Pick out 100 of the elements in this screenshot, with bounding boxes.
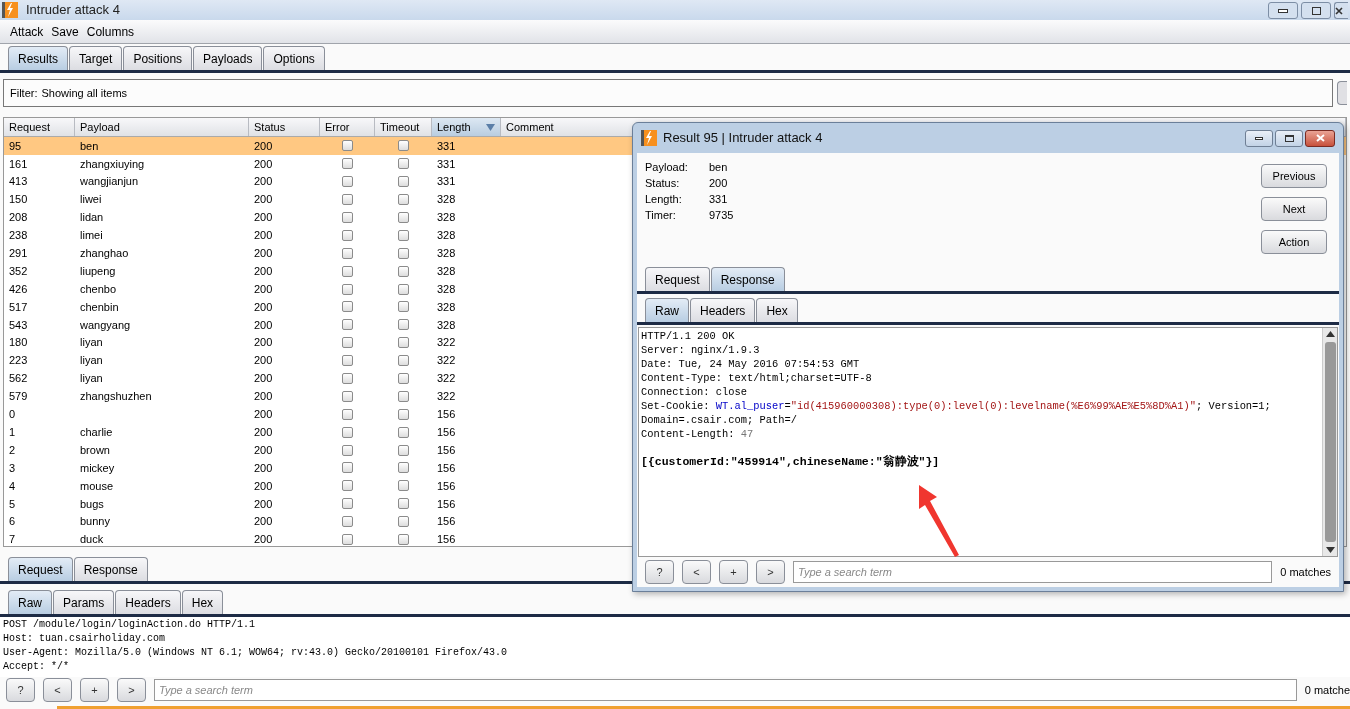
filter-value: Showing all items [41,85,128,101]
table-cell-text: 4 [8,478,17,494]
table-cell: 322 [437,390,456,403]
table-cell-text: 180 [8,335,29,351]
code-line: Server: nginx/1.9.3 [641,343,760,357]
table-cell: 200 [254,479,273,492]
field-label: Status: [645,176,681,191]
table-cell: 328 [437,318,456,331]
table-cell: liupeng [80,264,116,277]
table-cell: bugs [80,497,104,510]
table-cell-text: 2 [8,442,17,458]
table-cell: 200 [254,211,273,224]
field-value: ben [709,160,728,175]
table-cell: lidan [80,211,104,224]
table-cell: 331 [437,175,456,188]
window-title: Result 95 | Intruder attack 4 [663,129,823,148]
table-cell: 156 [437,515,456,528]
table-cell: liyan [80,336,103,349]
table-cell: 328 [437,247,456,260]
table-cell: 200 [254,139,273,152]
table-cell: 200 [254,425,273,438]
table-cell: 200 [254,515,273,528]
table-cell-text: 543 [8,317,29,333]
table-cell: duck [80,533,104,546]
code-line: Domain=.csair.com; Path=/ [641,413,797,427]
table-cell: zhangxiuying [80,157,145,170]
table-cell: mickey [80,461,115,474]
table-cell: limei [80,229,103,242]
table-cell: chenbo [80,282,117,295]
table-cell-text: 150 [8,192,29,208]
table-cell: 200 [254,157,273,170]
table-cell-text: 208 [8,210,29,226]
field-value: 9735 [709,208,734,223]
field-label: Length: [645,192,683,207]
table-cell: ben [80,139,99,152]
table-cell: 200 [254,318,273,331]
table-cell: 200 [254,497,273,510]
table-cell: 200 [254,229,273,242]
table-cell: 200 [254,264,273,277]
table-cell-text: 352 [8,263,29,279]
table-cell-text: 95 [8,138,23,154]
table-cell: 322 [437,372,456,385]
code-line: Accept: */* [3,660,69,674]
table-cell-text: 161 [8,156,29,172]
table-cell: wangjianjun [80,175,139,188]
window-title: Intruder attack 4 [26,1,120,20]
table-cell: liyan [80,354,103,367]
table-cell: 328 [437,282,456,295]
table-cell: 200 [254,175,273,188]
table-cell: 322 [437,354,456,367]
table-cell: 200 [254,443,273,456]
table-cell: bunny [80,515,110,528]
table-cell: wangyang [80,318,131,331]
table-cell: 322 [437,336,456,349]
code-line: Set-Cookie: WT.al_puser="id(415960000308):type(0):level(0):levelname(%E6%99%AE%E5%8D%A1)"; Version=1; [641,399,1271,413]
table-cell: mouse [80,479,114,492]
table-cell: 328 [437,264,456,277]
code-line: User-Agent: Mozilla/5.0 (Windows NT 6.1; WOW64; rv:43.0) Gecko/20100101 Firefox/43.0 [3,646,508,660]
match-count: 0 matches [1280,564,1331,580]
table-cell-text: 5 [8,496,17,512]
table-cell: liyan [80,372,103,385]
table-cell: 200 [254,282,273,295]
table-cell-text: 238 [8,228,29,244]
table-cell: 156 [437,461,456,474]
table-cell: zhanghao [80,247,129,260]
table-cell-text: 223 [8,353,29,369]
table-cell: 200 [254,193,273,206]
table-cell: 331 [437,157,456,170]
table-cell: 331 [437,139,456,152]
table-cell: 328 [437,211,456,224]
code-line: HTTP/1.1 200 OK [641,329,735,343]
table-cell: 200 [254,300,273,313]
table-cell: liwei [80,193,102,206]
code-line: Connection: close [641,385,747,399]
table-cell: 200 [254,533,273,546]
table-cell: 156 [437,408,456,421]
table-cell: 200 [254,461,273,474]
table-cell: 156 [437,497,456,510]
table-cell-text: 1 [8,424,17,440]
table-cell-text: 579 [8,389,29,405]
table-cell: 156 [437,425,456,438]
table-cell-text: 7 [8,532,17,546]
table-cell-text: 413 [8,174,29,190]
code-line: Date: Tue, 24 May 2016 07:54:53 GMT [641,357,860,371]
table-cell: 200 [254,354,273,367]
table-cell: brown [80,443,110,456]
field-label: Payload: [645,160,689,175]
table-cell: 156 [437,533,456,546]
field-value: 331 [709,192,728,207]
table-cell: 200 [254,336,273,349]
code-line: Host: tuan.csairholiday.com [3,632,166,646]
table-cell: 328 [437,300,456,313]
table-cell-text: 3 [8,460,17,476]
table-cell-text: 291 [8,246,29,262]
table-cell: 328 [437,229,456,242]
table-cell: 200 [254,372,273,385]
filter-label: Filter: [10,85,38,101]
table-cell: charlie [80,425,113,438]
code-line: POST /module/login/loginAction.do HTTP/1.1 [3,618,256,632]
table-cell: 200 [254,390,273,403]
